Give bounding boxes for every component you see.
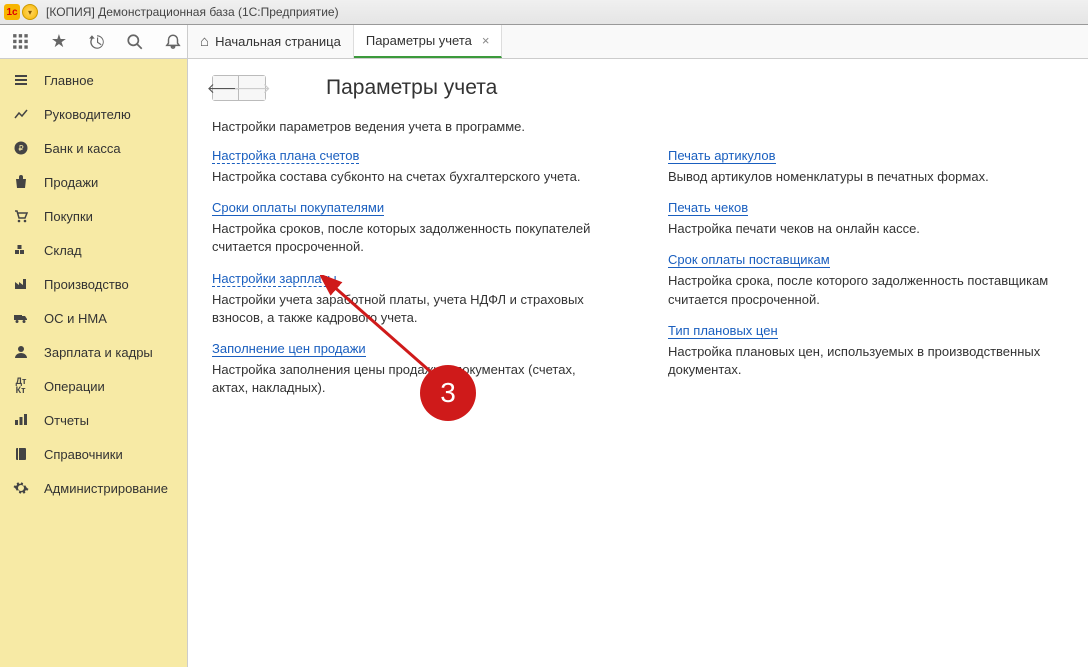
setting-link[interactable]: Срок оплаты поставщикам [668,252,830,268]
sidebar-item-7[interactable]: ОС и НМА [0,301,187,335]
sidebar-item-2[interactable]: ₽ Банк и касса [0,131,187,165]
apps-icon[interactable] [10,31,32,53]
setting-link[interactable]: Заполнение цен продажи [212,341,366,357]
setting-block: Заполнение цен продажи Настройка заполнен… [212,341,608,397]
sidebar-item-label: ОС и НМА [44,311,107,326]
ruble-icon: ₽ [12,139,30,157]
setting-block: Печать чеков Настройка печати чеков на он… [668,200,1064,238]
sidebar-item-8[interactable]: Зарплата и кадры [0,335,187,369]
sidebar-item-label: Справочники [44,447,123,462]
warehouse-icon [12,241,30,259]
nav-forward-button[interactable]: 🡒 [239,76,265,100]
setting-block: Тип плановых цен Настройка плановых цен, … [668,323,1064,379]
sidebar-item-0[interactable]: Главное [0,63,187,97]
sidebar-item-label: Операции [44,379,105,394]
page-title: Параметры учета [326,76,497,100]
toolbar-left: ★ [0,25,188,58]
setting-description: Вывод артикулов номенклатуры в печатных … [668,168,1064,186]
content-area: 🡐 🡒 Параметры учета Настройки параметров… [188,59,1088,667]
setting-block: Печать артикулов Вывод артикулов номенкла… [668,148,1064,186]
settings-column-2: Печать артикулов Вывод артикулов номенкла… [668,148,1064,411]
setting-link[interactable]: Печать артикулов [668,148,776,164]
menu-icon [12,71,30,89]
home-icon: ⌂ [200,33,209,50]
titlebar-dropdown-button[interactable]: ▾ [22,4,38,20]
setting-description: Настройка срока, после которого задолжен… [668,272,1064,308]
tabs-area: ⌂ Начальная страница Параметры учета × [188,25,1088,58]
setting-block: Сроки оплаты покупателями Настройка сроко… [212,200,608,256]
window-title: [КОПИЯ] Демонстрационная база (1С:Предпр… [46,5,339,19]
setting-block: Срок оплаты поставщикам Настройка срока, … [668,252,1064,308]
nav-buttons: 🡐 🡒 [212,75,266,101]
sidebar-item-label: Покупки [44,209,93,224]
gear-icon [12,479,30,497]
setting-description: Настройка плановых цен, используемых в п… [668,343,1064,379]
sidebar-item-label: Администрирование [44,481,168,496]
sidebar-item-label: Производство [44,277,129,292]
factory-icon [12,275,30,293]
history-icon[interactable] [86,31,108,53]
tab-1[interactable]: Параметры учета × [354,25,503,58]
tab-0[interactable]: ⌂ Начальная страница [188,25,354,58]
setting-link[interactable]: Тип плановых цен [668,323,778,339]
sidebar-item-3[interactable]: Продажи [0,165,187,199]
svg-text:₽: ₽ [18,144,23,153]
settings-columns: Настройка плана счетов Настройка состава … [212,148,1064,411]
bell-icon[interactable] [162,31,184,53]
dtkt-icon: ДтКт [12,377,30,395]
chart-icon [12,105,30,123]
sidebar-item-11[interactable]: Справочники [0,437,187,471]
sidebar-item-4[interactable]: Покупки [0,199,187,233]
setting-description: Настройка заполнения цены продажи в доку… [212,361,608,397]
truck-icon [12,309,30,327]
sidebar-item-10[interactable]: Отчеты [0,403,187,437]
setting-description: Настройка состава субконто на счетах бух… [212,168,608,186]
sidebar-item-label: Главное [44,73,94,88]
person-icon [12,343,30,361]
window-titlebar: 1с ▾ [КОПИЯ] Демонстрационная база (1С:П… [0,0,1088,25]
main-region: Главное Руководителю ₽ Банк и касса Продажи П… [0,59,1088,667]
setting-link[interactable]: Сроки оплаты покупателями [212,200,384,216]
sidebar: Главное Руководителю ₽ Банк и касса Продажи П… [0,59,188,667]
sidebar-item-9[interactable]: ДтКт Операции [0,369,187,403]
sidebar-item-5[interactable]: Склад [0,233,187,267]
page-intro: Настройки параметров ведения учета в про… [212,119,1064,134]
book-icon [12,445,30,463]
app-logo-icon: 1с [4,4,20,20]
sidebar-item-label: Продажи [44,175,98,190]
setting-link[interactable]: Печать чеков [668,200,748,216]
settings-column-1: Настройка плана счетов Настройка состава … [212,148,608,411]
tab-label: Параметры учета [366,33,472,48]
star-icon[interactable]: ★ [48,31,70,53]
cart-icon [12,207,30,225]
setting-link[interactable]: Настройки зарплаты [212,271,337,287]
sidebar-item-1[interactable]: Руководителю [0,97,187,131]
bag-icon [12,173,30,191]
bar-icon [12,411,30,429]
sidebar-item-label: Склад [44,243,82,258]
close-icon[interactable]: × [482,33,490,48]
annotation-badge: 3 [420,365,476,421]
setting-block: Настройка плана счетов Настройка состава … [212,148,608,186]
setting-description: Настройка сроков, после которых задолжен… [212,220,608,256]
search-icon[interactable] [124,31,146,53]
tab-label: Начальная страница [215,34,341,49]
sidebar-item-label: Банк и касса [44,141,121,156]
sidebar-item-label: Зарплата и кадры [44,345,153,360]
sidebar-item-label: Отчеты [44,413,89,428]
setting-link[interactable]: Настройка плана счетов [212,148,359,164]
sidebar-item-6[interactable]: Производство [0,267,187,301]
setting-block: Настройки зарплаты Настройки учета зарабо… [212,271,608,327]
toolbar-row: ★ ⌂ Начальная страница Параметры учета × [0,25,1088,59]
setting-description: Настройка печати чеков на онлайн кассе. [668,220,1064,238]
sidebar-item-label: Руководителю [44,107,131,122]
content-header: 🡐 🡒 Параметры учета [212,75,1064,101]
setting-description: Настройки учета заработной платы, учета … [212,291,608,327]
sidebar-item-12[interactable]: Администрирование [0,471,187,505]
